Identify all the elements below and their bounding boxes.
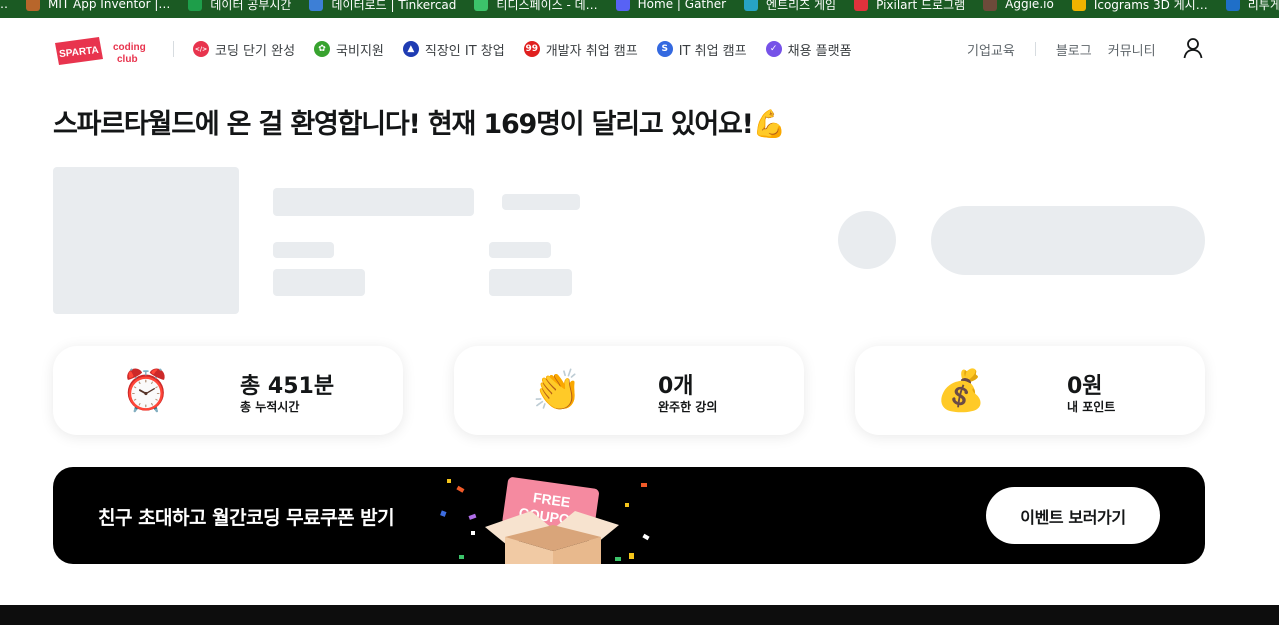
sheet-icon — [188, 0, 203, 11]
code-icon: </> — [193, 41, 209, 57]
skeleton-line — [273, 242, 334, 258]
stat-value: 총 451분 — [240, 374, 335, 399]
bookmark-label: 데이터 공부시간 — [210, 0, 292, 12]
space-icon — [474, 0, 489, 11]
skeleton-thumbnail — [53, 167, 239, 314]
bookmark-item[interactable]: Aggie.io — [983, 0, 1054, 13]
bookmark-label: Icograms 3D 게시… — [1093, 0, 1208, 12]
welcome-heading: 스파르타월드에 온 걸 환영합니다! 현재 169명이 달리고 있어요!💪 — [53, 109, 786, 140]
skeleton-line — [489, 269, 572, 296]
alarm-clock-icon: ⏰ — [121, 368, 171, 414]
skeleton-pill — [931, 206, 1205, 275]
bookmark-item[interactable]: 티디스페이스 - 데… — [474, 0, 598, 13]
nav-item[interactable]: ✿ 국비지원 — [314, 40, 384, 59]
s-icon: S — [656, 41, 673, 57]
sprout-icon: ✿ — [314, 41, 331, 57]
link-icon — [1225, 0, 1240, 11]
nav-item-label: 개발자 취업 캠프 — [545, 43, 638, 59]
bookmark-item[interactable]: Home | Gather — [615, 0, 727, 13]
nav-item-label: 채용 플랫폼 — [787, 43, 852, 59]
bookmark-label: Home | Gather — [637, 0, 727, 11]
bookmark-label: Pixilart 드로그램 — [876, 0, 966, 12]
ninety-nine-icon: 99 — [523, 41, 540, 57]
nav-item-label: IT 취업 캠프 — [678, 43, 747, 59]
view-event-button[interactable]: 이벤트 보러가기 — [986, 487, 1160, 544]
banner-text: 친구 초대하고 월간코딩 무료쿠폰 받기 — [98, 507, 395, 529]
check-icon: ✓ — [765, 41, 782, 57]
rocket-icon: ▲ — [402, 41, 419, 57]
skeleton-line — [502, 194, 580, 210]
nav-item-label: 직장인 IT 창업 — [424, 43, 505, 59]
bookmark-label: Aggie.io — [1005, 0, 1054, 11]
nav-link-enterprise[interactable]: 기업교육 — [967, 40, 1015, 59]
skeleton-line — [273, 188, 474, 216]
footer-edge — [0, 605, 1279, 625]
bookmark-item[interactable]: Icograms 3D 게시… — [1071, 0, 1208, 13]
nav-link-community[interactable]: 커뮤니티 — [1108, 40, 1156, 59]
nav-item[interactable]: ▲ 직장인 IT 창업 — [402, 40, 505, 59]
bookmark-label: 엔트리즈 게임 — [766, 0, 837, 12]
nav-right: 기업교육 블로그 커뮤니티 — [967, 38, 1279, 60]
bookmark-label: MIT App Inventor |… — [48, 0, 171, 11]
svg-text:coding: coding — [113, 42, 146, 53]
bookmark-label: 리투게임 — [1247, 0, 1279, 12]
bookmark-label: 티디스페이스 - 데… — [496, 0, 598, 12]
pixilart-icon — [854, 0, 869, 11]
stat-label: 완주한 강의 — [658, 400, 718, 414]
stat-card-points: 💰 0원 내 포인트 — [855, 346, 1205, 435]
invite-event-banner[interactable]: 친구 초대하고 월간코딩 무료쿠폰 받기 FREE COUPON 이벤트 보러가… — [53, 467, 1205, 564]
bookmark-item[interactable]: 데이터 공부시간 — [188, 0, 291, 13]
stat-label: 총 누적시간 — [240, 400, 300, 414]
aggie-icon — [983, 0, 998, 11]
entry-icon — [744, 0, 759, 11]
bookmark-item[interactable]: MIT App Inventor |… — [26, 0, 170, 13]
bookmark-item[interactable]: … — [0, 0, 8, 13]
tinkercad-icon — [309, 0, 324, 11]
skeleton-avatar — [838, 211, 896, 269]
nav-item[interactable]: </> 코딩 단기 완성 — [193, 40, 295, 59]
nav-divider — [1034, 42, 1036, 56]
nav-item[interactable]: 99 개발자 취업 캠프 — [523, 40, 638, 59]
icograms-icon — [1071, 0, 1086, 11]
stat-card-total-time: ⏰ 총 451분 총 누적시간 — [53, 346, 403, 435]
skeleton-line — [489, 242, 551, 258]
gather-icon — [615, 0, 630, 11]
stat-value: 0개 — [658, 374, 694, 399]
bookmark-item[interactable]: Pixilart 드로그램 — [854, 0, 965, 13]
nav-item[interactable]: S IT 취업 캠프 — [656, 40, 747, 59]
nav-item-label: 국비지원 — [336, 43, 384, 59]
bookmark-label: … — [0, 0, 8, 11]
money-bag-icon: 💰 — [936, 368, 986, 414]
top-nav: SPARTA coding club </> 코딩 단기 완성 ✿ 국비지원 ▲ 직장인 … — [0, 18, 1279, 80]
coupon-box-illustration: FREE COUPON — [440, 477, 650, 564]
nav-item-label: 코딩 단기 완성 — [215, 43, 296, 59]
user-icon[interactable] — [1183, 37, 1203, 59]
bookmark-label: 데이터로드 | Tinkercad — [331, 0, 457, 12]
app-inventor-icon — [26, 0, 40, 11]
stat-card-completed-courses: 👏 0개 완주한 강의 — [454, 346, 804, 435]
clapping-hands-icon: 👏 — [532, 368, 582, 414]
nav-link-blog[interactable]: 블로그 — [1056, 40, 1092, 59]
stat-label: 내 포인트 — [1067, 400, 1116, 414]
bookmark-item[interactable]: 엔트리즈 게임 — [744, 0, 836, 13]
bookmark-item[interactable]: 데이터로드 | Tinkercad — [309, 0, 456, 13]
nav-menu: </> 코딩 단기 완성 ✿ 국비지원 ▲ 직장인 IT 창업 99 개발자 취업 캠프 S IT… — [193, 38, 871, 60]
nav-divider — [173, 41, 174, 57]
sparta-coding-club-logo[interactable]: SPARTA coding club — [53, 35, 155, 67]
skeleton-line — [273, 269, 365, 296]
bookmarks-bar: … MIT App Inventor |… 데이터 공부시간 데이터로드 | Tink… — [0, 0, 1279, 18]
nav-item[interactable]: ✓ 채용 플랫폼 — [765, 40, 852, 59]
bookmark-item[interactable]: 리투게임 — [1225, 0, 1279, 13]
stat-value: 0원 — [1067, 374, 1103, 399]
svg-text:club: club — [117, 54, 138, 65]
